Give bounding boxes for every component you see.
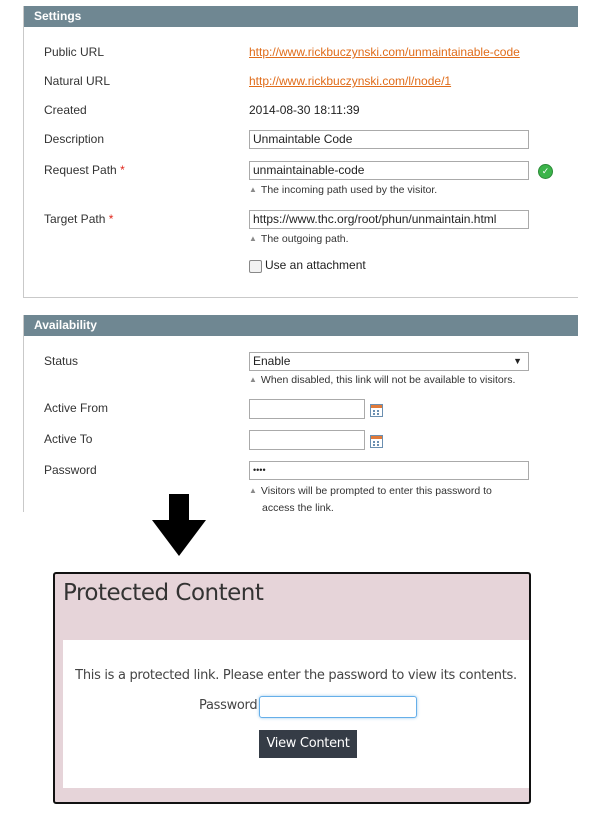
request-path-label: Request Path * (44, 163, 125, 177)
password-hint: ▲ Visitors will be prompted to enter this… (249, 485, 492, 497)
required-marker: * (120, 163, 125, 177)
chevron-down-icon: ▼ (513, 356, 522, 366)
required-marker: * (108, 212, 114, 226)
password-hint-line2: access the link. (262, 502, 334, 512)
active-from-label: Active From (44, 401, 109, 415)
availability-header: Availability (24, 315, 578, 336)
password-label: Password (44, 463, 97, 477)
description-label: Description (44, 132, 105, 146)
attachment-label: Use an attachment (265, 258, 366, 272)
request-path-input[interactable]: unmaintainable-code (249, 161, 529, 180)
status-selected-value: Enable (253, 354, 291, 368)
active-from-input[interactable] (249, 399, 365, 419)
calendar-icon[interactable] (370, 404, 383, 417)
protected-password-label: Password (199, 698, 258, 713)
attachment-checkbox[interactable] (249, 260, 262, 273)
status-label: Status (44, 354, 79, 368)
natural-url-link[interactable]: http://www.rickbuczynski.com/l/node/1 (249, 74, 451, 88)
public-url-label: Public URL (44, 45, 105, 59)
target-path-label: Target Path * (44, 212, 114, 226)
status-hint: ▲ When disabled, this link will not be av… (249, 374, 516, 386)
protected-content-card: Protected Content This is a protected li… (53, 572, 531, 804)
password-input[interactable]: •••• (249, 461, 529, 480)
active-to-input[interactable] (249, 430, 365, 450)
triangle-up-icon: ▲ (249, 486, 257, 495)
protected-message: This is a protected link. Please enter t… (75, 668, 517, 683)
protected-password-input[interactable] (259, 696, 417, 718)
active-to-label: Active To (44, 432, 93, 446)
protected-title: Protected Content (63, 580, 264, 606)
triangle-up-icon: ▲ (249, 375, 257, 384)
description-input[interactable]: Unmaintable Code (249, 130, 529, 149)
triangle-up-icon: ▲ (249, 234, 257, 243)
public-url-link[interactable]: http://www.rickbuczynski.com/unmaintaina… (249, 45, 520, 59)
availability-panel: Availability Status Enable ▼ ▲ When disab… (23, 315, 578, 512)
protected-body: This is a protected link. Please enter t… (63, 640, 529, 788)
check-circle-icon: ✓ (538, 164, 553, 179)
created-label: Created (44, 103, 87, 117)
target-path-hint: ▲ The outgoing path. (249, 233, 349, 245)
request-path-hint: ▲ The incoming path used by the visitor. (249, 184, 438, 196)
view-content-button[interactable]: View Content (259, 730, 357, 758)
arrow-down-icon (152, 494, 206, 556)
target-path-input[interactable]: https://www.thc.org/root/phun/unmaintain… (249, 210, 529, 229)
calendar-icon[interactable] (370, 435, 383, 448)
triangle-up-icon: ▲ (249, 185, 257, 194)
created-value: 2014-08-30 18:11:39 (249, 103, 360, 117)
settings-header: Settings (24, 6, 578, 27)
natural-url-label: Natural URL (44, 74, 111, 88)
settings-panel: Settings Public URL http://www.rickbuczy… (23, 6, 578, 298)
status-select[interactable]: Enable ▼ (249, 352, 529, 371)
